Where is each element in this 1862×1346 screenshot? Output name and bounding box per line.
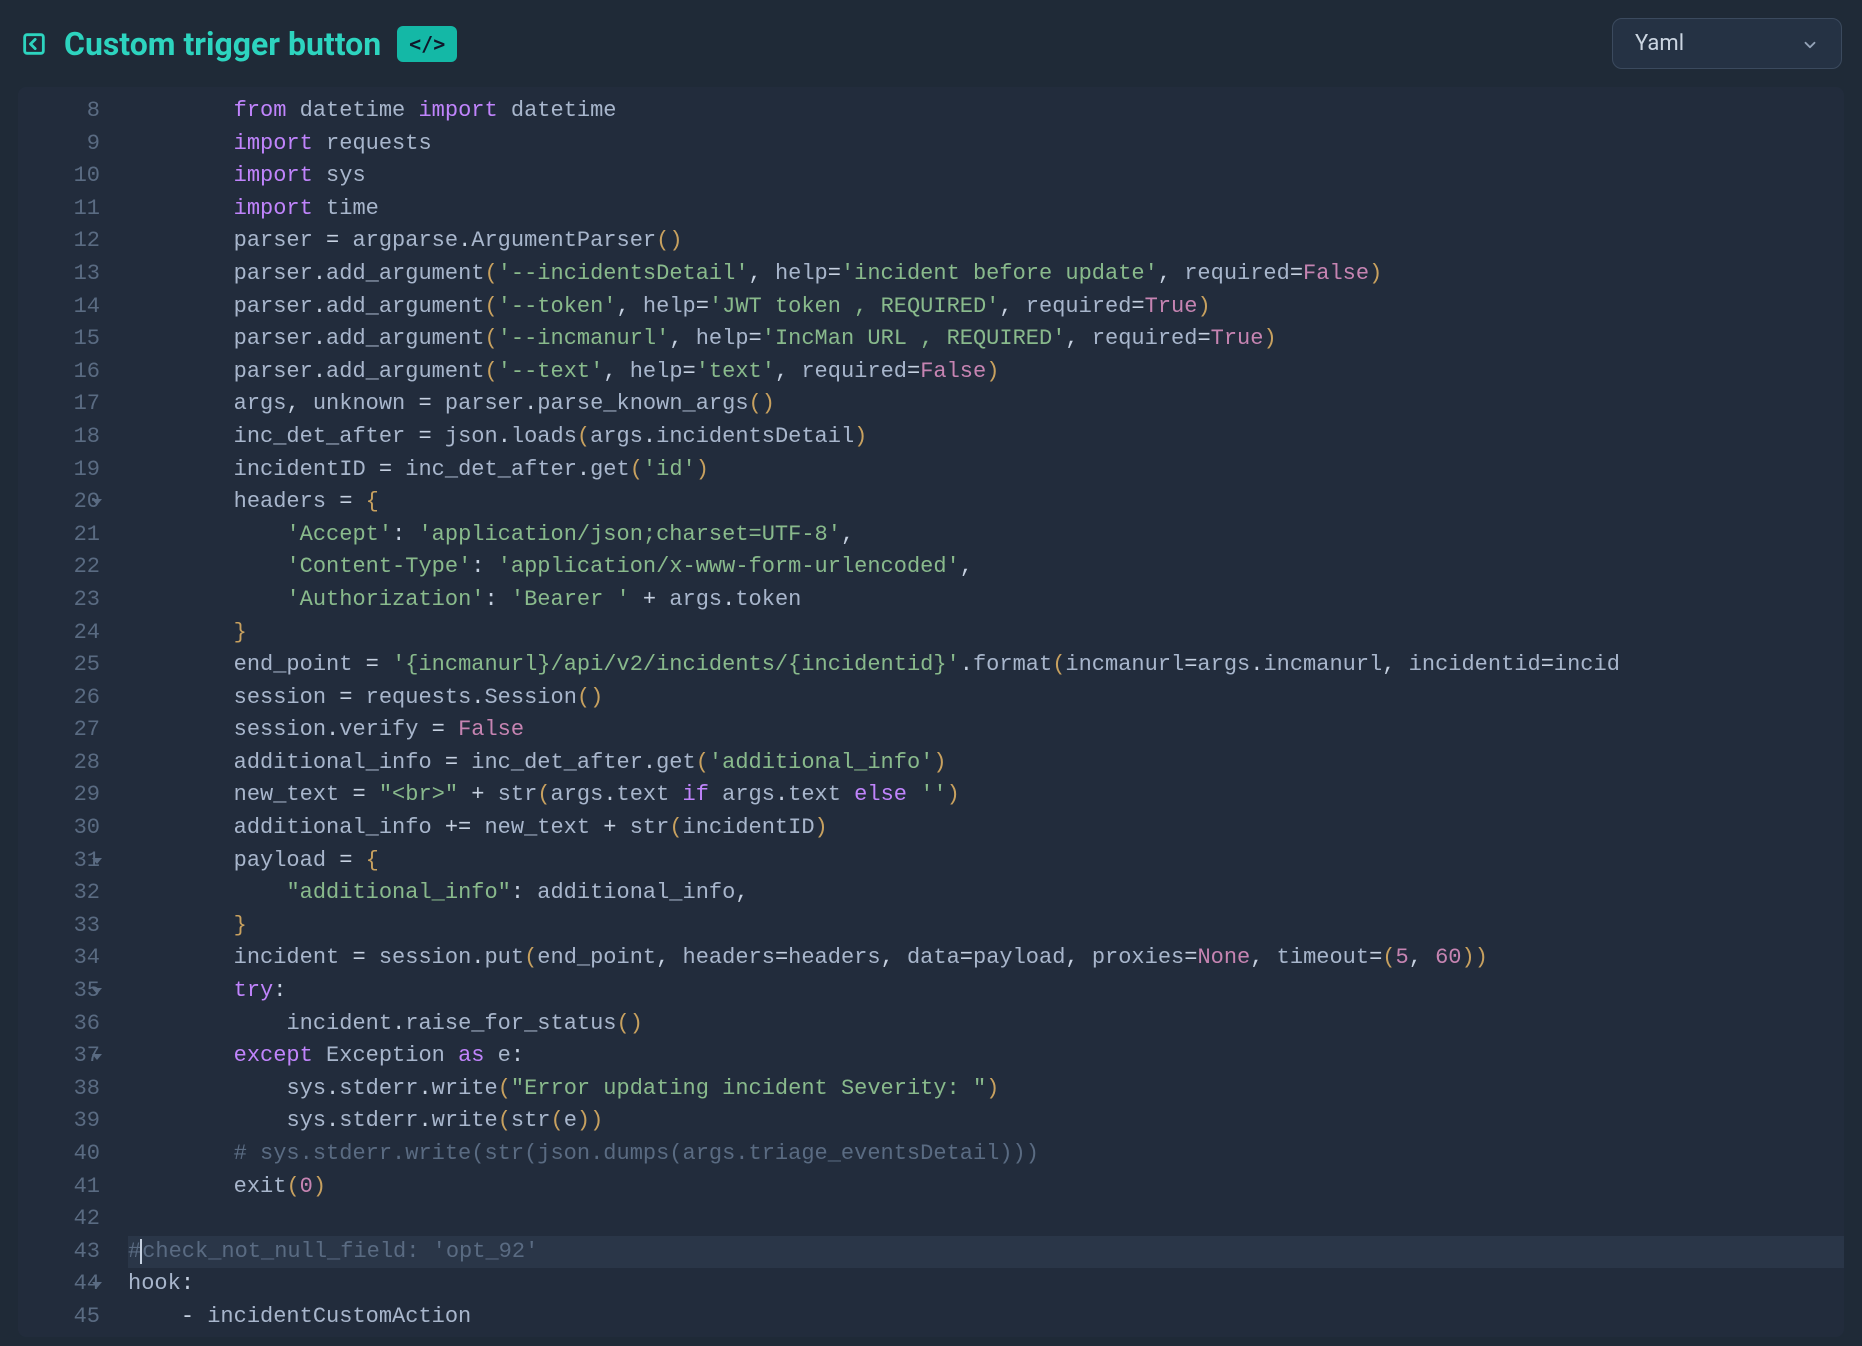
code-line[interactable]: 'Accept': 'application/json;charset=UTF-… [128, 519, 1844, 552]
code-line[interactable]: 'Authorization': 'Bearer ' + args.token [128, 584, 1844, 617]
line-number: 38 [28, 1073, 100, 1106]
code-line[interactable]: } [128, 910, 1844, 943]
line-number: 45 [28, 1301, 100, 1334]
line-number: 41 [28, 1171, 100, 1204]
line-number: 23 [28, 584, 100, 617]
page-title: Custom trigger button [64, 25, 381, 63]
line-number: 30 [28, 812, 100, 845]
line-number: 29 [28, 779, 100, 812]
line-number: 21 [28, 519, 100, 552]
language-select-value: Yaml [1635, 31, 1684, 56]
code-line[interactable]: additional_info = inc_det_after.get('add… [128, 747, 1844, 780]
line-number: 24 [28, 617, 100, 650]
code-line[interactable] [128, 1203, 1844, 1236]
line-number: 32 [28, 877, 100, 910]
chevron-down-icon [1801, 35, 1819, 53]
fold-marker-icon[interactable] [92, 858, 102, 864]
code-line[interactable]: inc_det_after = json.loads(args.incident… [128, 421, 1844, 454]
line-number: 40 [28, 1138, 100, 1171]
code-line[interactable]: import time [128, 193, 1844, 226]
line-number: 20 [28, 486, 100, 519]
line-number: 26 [28, 682, 100, 715]
code-editor[interactable]: 8910111213141516171819202122232425262728… [18, 87, 1844, 1337]
line-number: 36 [28, 1008, 100, 1041]
line-number: 33 [28, 910, 100, 943]
line-number: 16 [28, 356, 100, 389]
code-line[interactable]: args, unknown = parser.parse_known_args(… [128, 388, 1844, 421]
line-number: 27 [28, 714, 100, 747]
code-line[interactable]: #check_not_null_field: 'opt_92' [128, 1236, 1844, 1269]
line-number: 43 [28, 1236, 100, 1269]
code-line[interactable]: headers = { [128, 486, 1844, 519]
code-toggle-button[interactable]: </> [397, 26, 457, 62]
line-number: 19 [28, 454, 100, 487]
line-number: 11 [28, 193, 100, 226]
line-number: 18 [28, 421, 100, 454]
line-number: 17 [28, 388, 100, 421]
line-number: 39 [28, 1105, 100, 1138]
code-line[interactable]: incident = session.put(end_point, header… [128, 942, 1844, 975]
code-line[interactable]: parser.add_argument('--incmanurl', help=… [128, 323, 1844, 356]
code-line[interactable]: "additional_info": additional_info, [128, 877, 1844, 910]
code-line[interactable]: incidentID = inc_det_after.get('id') [128, 454, 1844, 487]
editor-header: Custom trigger button </> Yaml [0, 0, 1862, 87]
line-number: 37 [28, 1040, 100, 1073]
line-number: 28 [28, 747, 100, 780]
line-number: 15 [28, 323, 100, 356]
line-number: 31 [28, 845, 100, 878]
header-left: Custom trigger button </> [20, 25, 1598, 63]
code-line[interactable]: session.verify = False [128, 714, 1844, 747]
code-line[interactable]: # sys.stderr.write(str(json.dumps(args.t… [128, 1138, 1844, 1171]
line-number: 12 [28, 225, 100, 258]
line-number: 25 [28, 649, 100, 682]
fold-marker-icon[interactable] [92, 988, 102, 994]
code-line[interactable]: import requests [128, 128, 1844, 161]
line-number: 35 [28, 975, 100, 1008]
code-line[interactable]: sys.stderr.write("Error updating inciden… [128, 1073, 1844, 1106]
code-area[interactable]: from datetime import datetime import req… [114, 87, 1844, 1337]
line-number: 22 [28, 551, 100, 584]
code-line[interactable]: except Exception as e: [128, 1040, 1844, 1073]
line-number: 14 [28, 291, 100, 324]
code-line[interactable]: sys.stderr.write(str(e)) [128, 1105, 1844, 1138]
line-number: 34 [28, 942, 100, 975]
code-line[interactable]: incident.raise_for_status() [128, 1008, 1844, 1041]
line-number: 42 [28, 1203, 100, 1236]
code-line[interactable]: session = requests.Session() [128, 682, 1844, 715]
code-line[interactable]: } [128, 617, 1844, 650]
code-line[interactable]: parser.add_argument('--token', help='JWT… [128, 291, 1844, 324]
code-line[interactable]: - incidentCustomAction [128, 1301, 1844, 1334]
fold-marker-icon[interactable] [92, 1282, 102, 1288]
line-number-gutter: 8910111213141516171819202122232425262728… [18, 87, 114, 1337]
code-line[interactable]: exit(0) [128, 1171, 1844, 1204]
code-line[interactable]: parser.add_argument('--text', help='text… [128, 356, 1844, 389]
code-line[interactable]: hook: [128, 1268, 1844, 1301]
code-line[interactable]: 'Content-Type': 'application/x-www-form-… [128, 551, 1844, 584]
fold-marker-icon[interactable] [92, 499, 102, 505]
fold-marker-icon[interactable] [92, 1054, 102, 1060]
language-select[interactable]: Yaml [1612, 18, 1842, 69]
line-number: 8 [28, 95, 100, 128]
line-number: 9 [28, 128, 100, 161]
code-line[interactable]: from datetime import datetime [128, 95, 1844, 128]
code-line[interactable]: parser = argparse.ArgumentParser() [128, 225, 1844, 258]
line-number: 10 [28, 160, 100, 193]
line-number: 13 [28, 258, 100, 291]
code-line[interactable]: end_point = '{incmanurl}/api/v2/incident… [128, 649, 1844, 682]
code-line[interactable]: payload = { [128, 845, 1844, 878]
code-line[interactable]: parser.add_argument('--incidentsDetail',… [128, 258, 1844, 291]
code-line[interactable]: new_text = "<br>" + str(args.text if arg… [128, 779, 1844, 812]
code-line[interactable]: additional_info += new_text + str(incide… [128, 812, 1844, 845]
back-icon[interactable] [20, 30, 48, 58]
code-line[interactable]: import sys [128, 160, 1844, 193]
code-line[interactable]: try: [128, 975, 1844, 1008]
line-number: 44 [28, 1268, 100, 1301]
